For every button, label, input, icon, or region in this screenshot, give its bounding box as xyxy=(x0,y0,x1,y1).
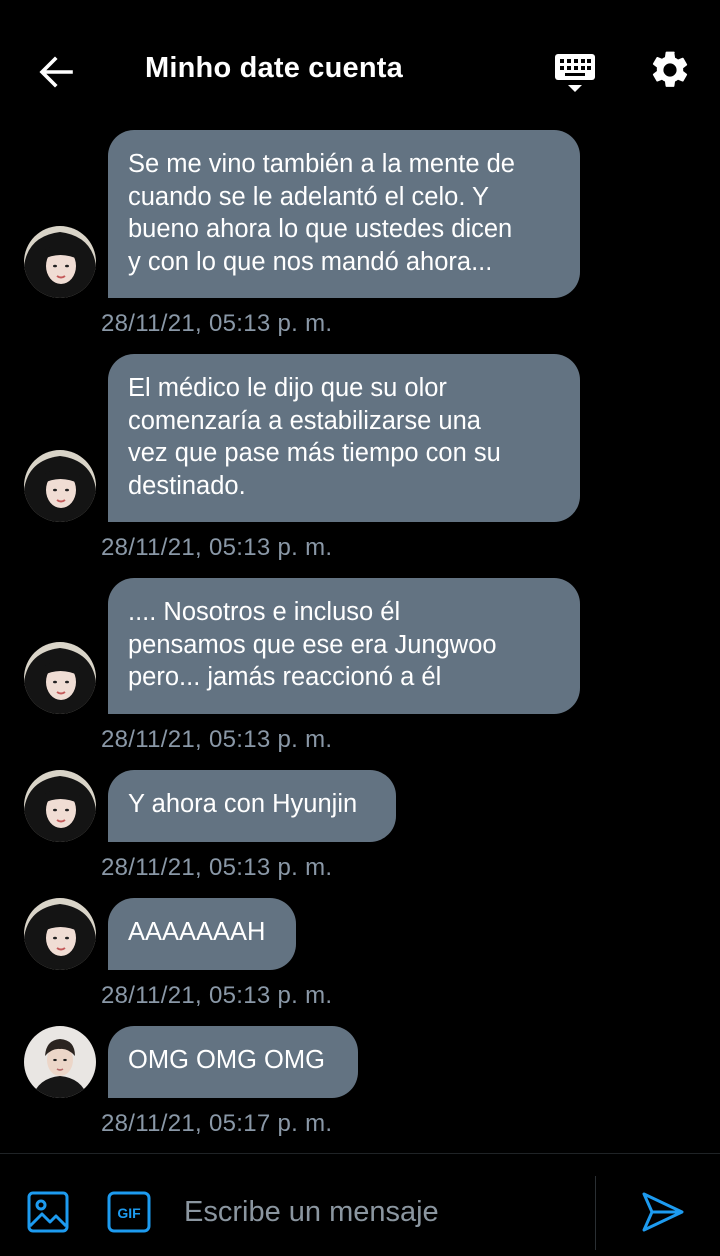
message-bubble[interactable]: El médico le dijo que su olor comenzaría… xyxy=(108,354,580,522)
gif-icon: GIF xyxy=(107,1191,151,1233)
message-bubble[interactable]: Se me vino también a la mente de cuando … xyxy=(108,130,580,298)
composer-divider xyxy=(595,1176,596,1250)
image-icon xyxy=(27,1191,69,1233)
app-header: Minho date cuenta xyxy=(0,0,720,140)
message-bubble[interactable]: Y ahora con Hyunjin xyxy=(108,770,396,842)
message-timestamp: 28/11/21, 05:17 p. m. xyxy=(101,1110,333,1137)
back-button[interactable] xyxy=(30,48,82,96)
message-timestamp: 28/11/21, 05:13 p. m. xyxy=(101,854,333,881)
conversation-title: Minho date cuenta xyxy=(145,52,403,84)
avatar[interactable] xyxy=(24,450,96,522)
arrow-left-icon xyxy=(39,56,73,88)
avatar[interactable] xyxy=(24,226,96,298)
avatar[interactable] xyxy=(24,898,96,970)
avatar[interactable] xyxy=(24,770,96,842)
message-timestamp: 28/11/21, 05:13 p. m. xyxy=(101,534,333,561)
send-button[interactable] xyxy=(640,1190,686,1234)
send-icon xyxy=(642,1192,684,1232)
message-input[interactable] xyxy=(184,1188,584,1236)
gif-button[interactable]: GIF xyxy=(106,1190,152,1234)
avatar[interactable] xyxy=(24,642,96,714)
settings-button[interactable] xyxy=(648,48,696,96)
message-bubble[interactable]: OMG OMG OMG xyxy=(108,1026,358,1098)
attach-image-button[interactable] xyxy=(26,1190,70,1234)
message-bubble[interactable]: AAAAAAAH xyxy=(108,898,296,970)
gear-icon xyxy=(652,51,688,87)
message-timestamp: 28/11/21, 05:13 p. m. xyxy=(101,982,333,1009)
gif-label: GIF xyxy=(117,1205,141,1221)
keyboard-hide-icon xyxy=(555,54,595,92)
avatar[interactable] xyxy=(24,1026,96,1098)
message-timestamp: 28/11/21, 05:13 p. m. xyxy=(101,726,333,753)
keyboard-toggle-button[interactable] xyxy=(552,50,602,98)
message-timestamp: 28/11/21, 05:13 p. m. xyxy=(101,310,333,337)
message-bubble[interactable]: .... Nosotros e incluso él pensamos que … xyxy=(108,578,580,714)
message-composer: GIF xyxy=(0,1153,720,1256)
